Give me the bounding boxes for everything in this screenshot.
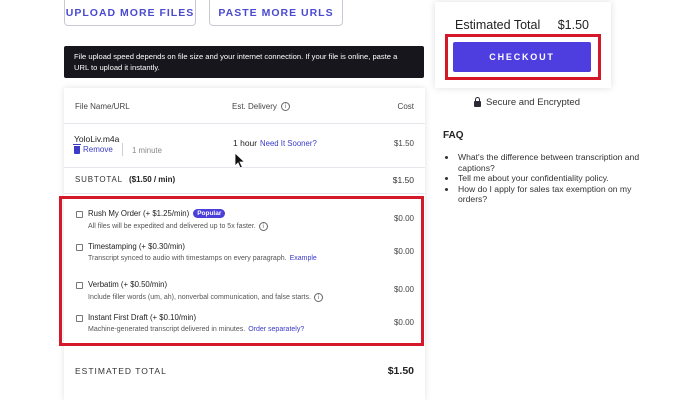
remove-label: Remove	[83, 145, 113, 154]
summary-total-value: $1.50	[557, 18, 589, 32]
subtotal-rate: ($1.50 / min)	[128, 175, 176, 184]
info-icon[interactable]: i	[280, 102, 290, 111]
column-header-cost: Cost	[397, 102, 414, 111]
estimated-total-value: $1.50	[387, 365, 414, 377]
paste-more-urls-button[interactable]: PASTE MORE URLS	[209, 0, 343, 26]
column-header-delivery: Est. Delivery i	[232, 102, 290, 111]
file-name: YoloLiv.m4a	[74, 134, 120, 144]
upload-notice: File upload speed depends on file size a…	[64, 46, 424, 78]
secure-badge: Secure and Encrypted	[474, 97, 580, 108]
faq-item[interactable]: How do I apply for sales tax exemption o…	[443, 184, 643, 205]
estimated-total-label: ESTIMATED TOTAL	[75, 366, 167, 376]
faq-list: What's the difference between transcript…	[443, 152, 643, 205]
subtotal-value: $1.50	[392, 175, 414, 185]
trash-icon	[73, 143, 81, 154]
lock-icon	[474, 97, 481, 107]
divider	[64, 123, 425, 124]
summary-total-label: Estimated Total	[455, 18, 541, 32]
remove-file-button[interactable]: Remove	[73, 143, 113, 154]
secure-text: Secure and Encrypted	[486, 97, 581, 108]
subtotal-text: SUBTOTAL	[75, 175, 123, 184]
divider	[122, 143, 123, 156]
subtotal-label: SUBTOTAL ($1.50 / min)	[75, 175, 175, 184]
file-duration: 1 minute	[132, 146, 162, 155]
column-header-delivery-label: Est. Delivery	[232, 102, 277, 111]
divider	[64, 193, 425, 194]
column-header-file-name: File Name/URL	[75, 102, 130, 111]
checkout-highlight-box	[445, 34, 601, 80]
faq-title: FAQ	[443, 130, 464, 141]
divider	[64, 167, 425, 168]
file-cost: $1.50	[393, 139, 414, 148]
upload-more-files-button[interactable]: UPLOAD MORE FILES	[64, 0, 196, 26]
delivery-value: 1 hour	[233, 138, 258, 148]
addons-highlight-box	[59, 196, 424, 346]
faq-item[interactable]: What's the difference between transcript…	[443, 152, 643, 173]
faq-item[interactable]: Tell me about your confidentiality polic…	[443, 173, 643, 184]
need-it-sooner-link[interactable]: Need It Sooner?	[260, 139, 317, 148]
